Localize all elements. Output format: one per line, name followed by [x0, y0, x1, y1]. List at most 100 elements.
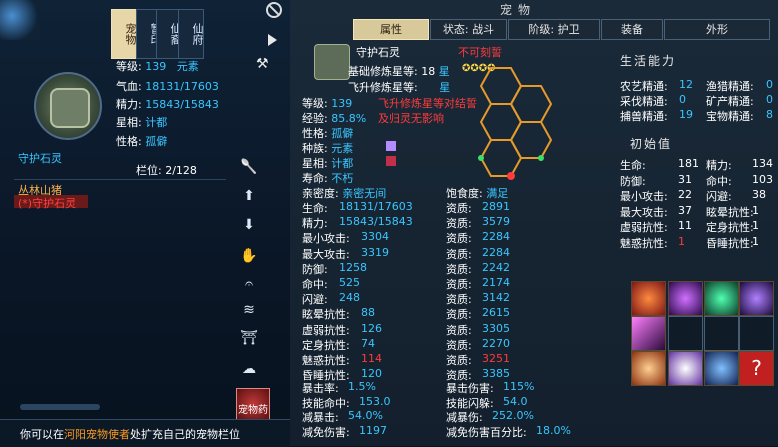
attr-value: 248 — [339, 291, 360, 305]
life-skill-label: 采伐精通: — [620, 95, 668, 108]
attr-value: 114 — [361, 352, 382, 365]
npc-link[interactable]: 河阳宠物使者 — [64, 428, 130, 441]
init-value-2: 38 — [752, 188, 766, 202]
skill-slot-swirl[interactable] — [631, 351, 666, 386]
init-label: 虚弱抗性: — [620, 221, 668, 235]
attr-value: 1258 — [339, 260, 367, 274]
rest-icon[interactable]: 𝄐 — [237, 272, 261, 296]
init-value: 22 — [678, 188, 692, 202]
init-value: 11 — [678, 219, 692, 233]
attr-value: 525 — [339, 276, 360, 289]
extra-value: 1.5% — [348, 380, 376, 393]
move-down-icon[interactable]: ⬇ — [237, 213, 261, 237]
skill-slot-shock[interactable] — [668, 351, 703, 386]
slot-count: 栏位: 2/128 — [136, 164, 197, 177]
sleep-icon[interactable]: ≋ — [237, 298, 261, 322]
stat-hp: 气血: 18131/17603 — [116, 80, 219, 93]
stat-star: 星相: 计都 — [116, 116, 168, 129]
init-value-2: 103 — [752, 172, 773, 186]
attr-label: 最大攻击: — [302, 247, 350, 261]
tab-attributes[interactable]: 属性 — [353, 19, 429, 40]
list-item-selected[interactable]: (*)守护石灵 — [14, 195, 88, 210]
attr-label: 闪避: — [302, 293, 328, 307]
move-up-icon[interactable]: ⬆ — [237, 184, 261, 208]
tab-mansion[interactable]: 仙府 — [178, 9, 204, 59]
pet-detail-panel: 宠物 属性 状态: 战斗 阶级: 护卫 装备 外形 守护石灵 不可刻誓 基础修炼… — [290, 0, 778, 446]
aptitude-value: 3579 — [482, 215, 510, 229]
life-skill-label: 农艺精通: — [620, 80, 668, 93]
fly-note: 飞升修炼星等对结誓 — [378, 97, 477, 110]
life-skill-label-2: 宝物精通: — [706, 110, 754, 123]
life-skill-label-2: 矿产精通: — [706, 95, 754, 108]
aptitude-value: 2891 — [482, 200, 510, 213]
tab-status[interactable]: 状态: 战斗 — [430, 19, 507, 40]
aptitude-label: 资质: — [446, 308, 472, 322]
aptitude-value: 3305 — [482, 321, 510, 335]
extra-value: 1197 — [359, 423, 387, 437]
attr-label: 生命: — [302, 202, 328, 215]
skill-slot-unknown[interactable]: ? — [739, 351, 774, 386]
detail-intimacy: 亲密度: 亲密无间 — [302, 187, 387, 200]
attr-value: 15843/15843 — [339, 215, 413, 229]
life-skill-value-2: 8 — [766, 108, 773, 121]
init-label: 防御: — [620, 174, 646, 188]
pagoda-icon[interactable]: ⛩ — [237, 326, 261, 350]
not-engraved-label: 不可刻誓 — [458, 46, 502, 59]
game-logo — [0, 0, 40, 40]
init-value: 37 — [678, 203, 692, 217]
detail-satiety: 饱食度: 满足 — [446, 187, 509, 200]
status-bar: 你可以在河阳宠物使者处扩充自己的宠物栏位 — [0, 419, 290, 447]
attr-label: 定身抗性: — [302, 338, 350, 352]
init-value-2: 134 — [752, 157, 773, 170]
life-skill-value: 12 — [679, 78, 693, 91]
init-label-2: 昏睡抗性: — [706, 237, 754, 250]
aptitude-label: 资质: — [446, 278, 472, 291]
skill-slot-fire[interactable] — [631, 281, 666, 316]
skill-slot-purple[interactable] — [668, 281, 703, 316]
scroll-track[interactable] — [20, 404, 100, 410]
aptitude-label: 资质: — [446, 262, 472, 276]
hammer-icon[interactable]: ⚒ — [256, 56, 269, 72]
aptitude-label: 资质: — [446, 338, 472, 352]
aptitude-label: 资质: — [446, 247, 472, 261]
skill-slot-violet[interactable] — [739, 281, 774, 316]
aptitude-value: 2270 — [482, 336, 510, 350]
cloud-icon[interactable]: ☁ — [237, 357, 261, 381]
skill-slot-green[interactable] — [704, 281, 739, 316]
aptitude-label: 资质: — [446, 354, 472, 367]
star-hex-grid — [478, 67, 553, 180]
tab-equipment[interactable]: 装备 — [601, 19, 663, 40]
tab-pet[interactable]: 宠物 — [111, 9, 137, 59]
life-skill-value: 0 — [679, 93, 686, 106]
pet-portrait-name: 守护石灵 — [18, 152, 62, 165]
tab-rank[interactable]: 阶级: 护卫 — [508, 19, 600, 40]
release-icon[interactable]: ✋ — [237, 244, 261, 268]
extra-label-2: 减免伤害百分比: — [446, 425, 527, 439]
tab-appearance[interactable]: 外形 — [664, 19, 770, 40]
init-value: 1 — [678, 235, 685, 248]
skill-slot-beam[interactable] — [631, 316, 666, 351]
life-skill-title: 生活能力 — [620, 54, 677, 68]
attr-value: 3319 — [361, 245, 389, 259]
attr-label: 虚弱抗性: — [302, 323, 350, 337]
star-sign-icon — [386, 156, 396, 166]
extra-value-2: 115% — [503, 380, 535, 393]
skill-slot-empty[interactable] — [668, 316, 703, 351]
init-value: 181 — [678, 157, 699, 170]
race-icon — [386, 141, 396, 151]
life-skill-label: 捕兽精通: — [620, 110, 668, 123]
init-value-2: 1 — [752, 235, 759, 248]
aptitude-label: 资质: — [446, 323, 472, 337]
detail-nature: 性格: 孤僻 — [302, 127, 354, 140]
feed-icon[interactable]: 🥄 — [237, 155, 261, 179]
skill-slot-empty[interactable] — [704, 316, 739, 351]
attr-value: 74 — [361, 336, 375, 350]
attr-label: 最小攻击: — [302, 232, 350, 246]
skill-slot-blue[interactable] — [704, 351, 739, 386]
close-icon[interactable] — [266, 2, 282, 18]
skill-slot-empty[interactable] — [739, 316, 774, 351]
exp-note: 及归灵无影响 — [378, 112, 444, 125]
expand-arrow-icon[interactable] — [268, 34, 277, 46]
init-label-2: 闪避: — [706, 190, 732, 204]
pet-medicine-button[interactable]: 宠物药 — [236, 388, 270, 420]
